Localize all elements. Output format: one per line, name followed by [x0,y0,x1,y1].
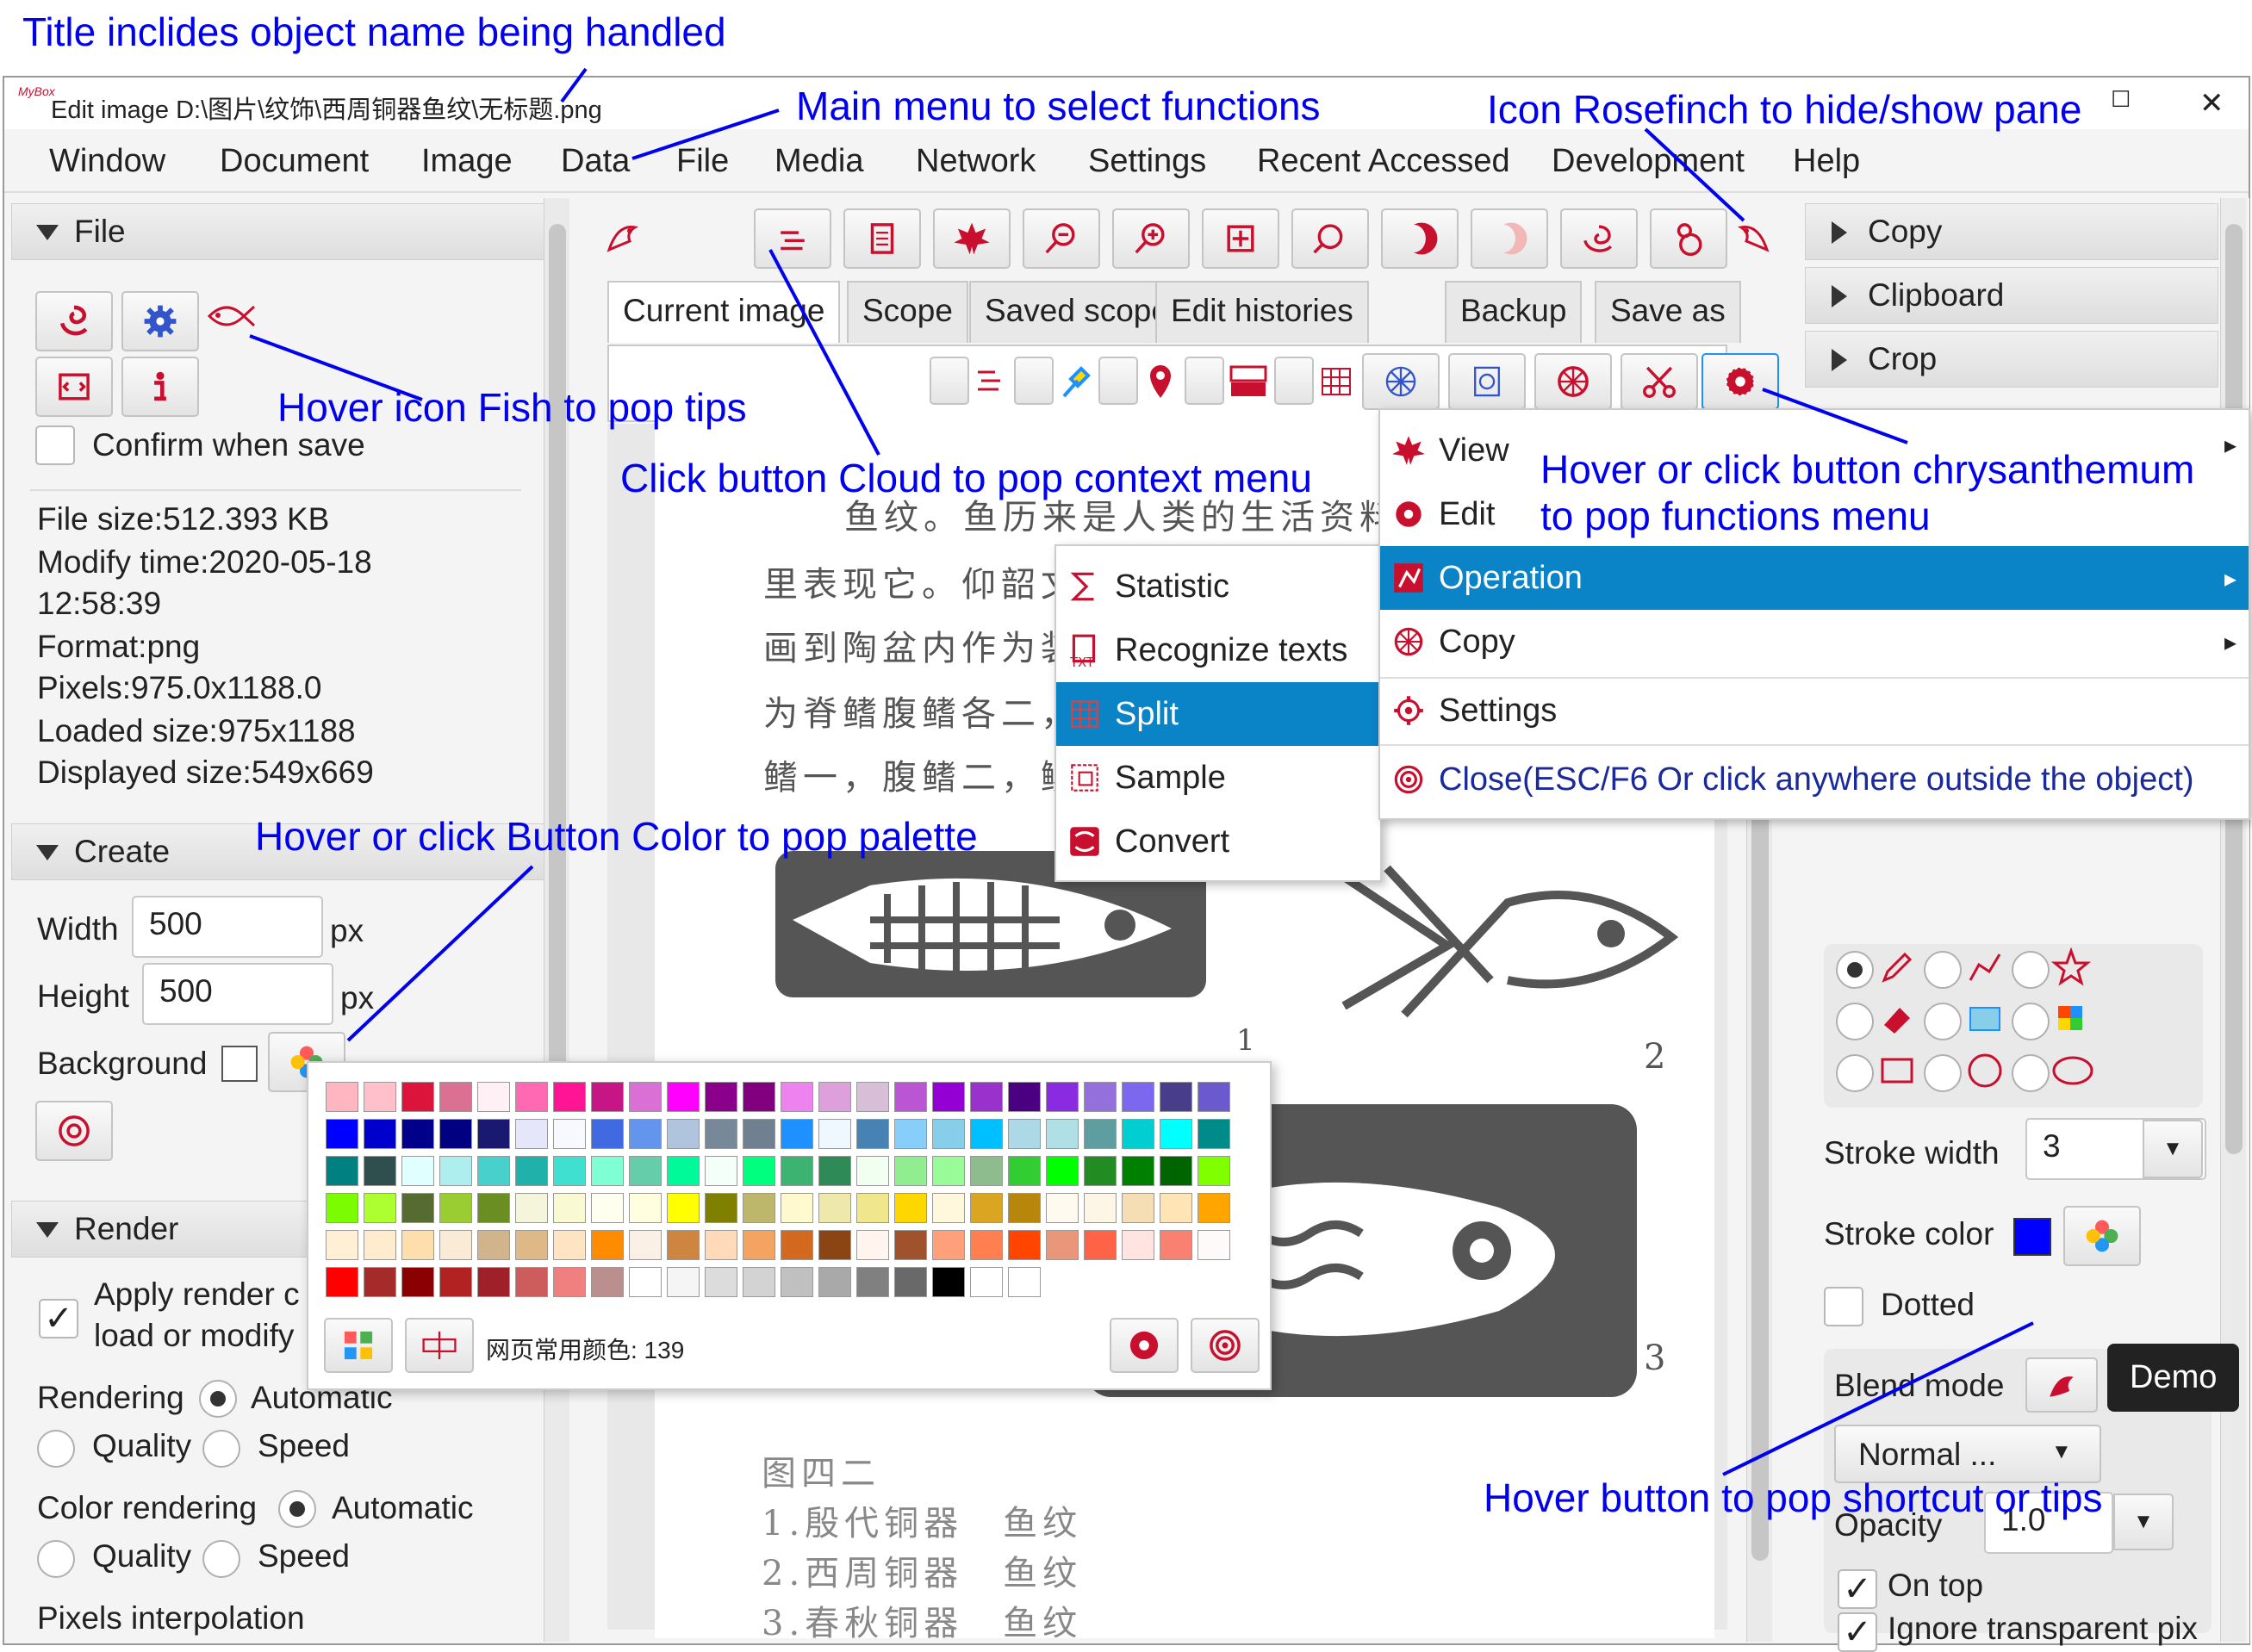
line-shortcut [1722,1321,2034,1476]
line-rosefinch [1644,127,1745,222]
line-chrysanthemum [1762,388,1908,444]
line-cloud [768,249,880,456]
line-menu [631,109,780,160]
line-color [346,865,534,1042]
line-title [560,67,588,103]
annotation-lines [249,67,2034,1476]
line-fish [249,334,423,401]
